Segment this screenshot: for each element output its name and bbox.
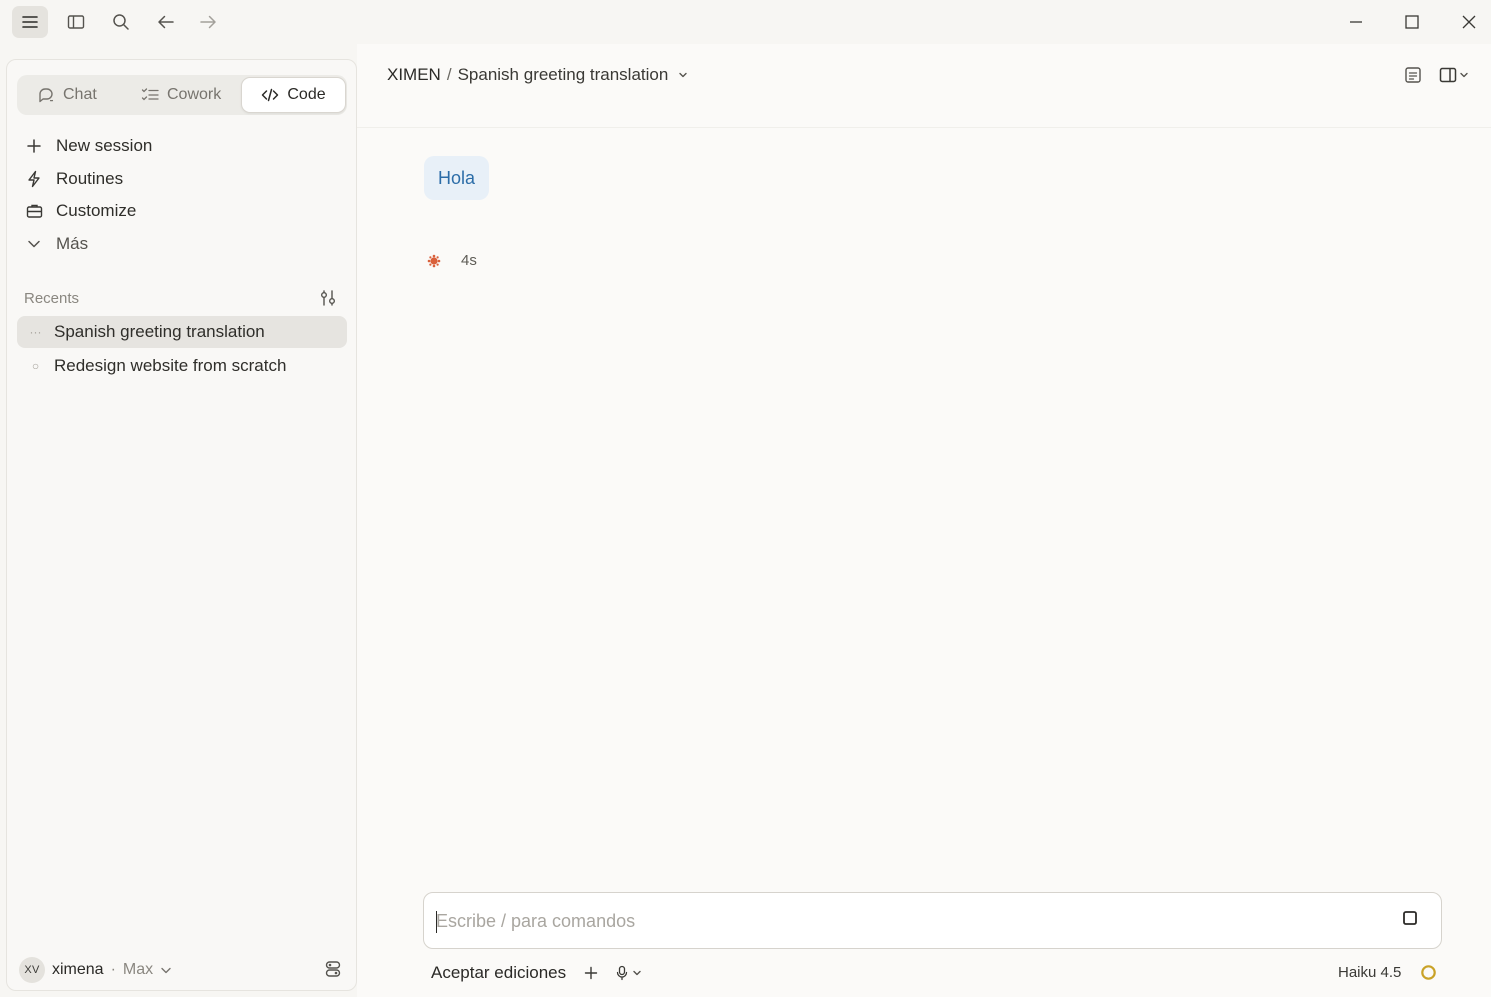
recent-item-redesign-website[interactable]: ○ Redesign website from scratch bbox=[17, 350, 347, 382]
text-caret bbox=[436, 911, 437, 933]
chevron-down-icon bbox=[633, 970, 641, 976]
recents-heading: Recents bbox=[24, 290, 80, 307]
mode-chat[interactable]: Chat bbox=[25, 77, 125, 113]
breadcrumb-project[interactable]: XIMEN bbox=[387, 65, 441, 85]
microphone-icon[interactable] bbox=[616, 965, 642, 981]
sidebar-toggle-button[interactable] bbox=[58, 6, 94, 38]
routines-label: Routines bbox=[56, 169, 124, 188]
elapsed-time: 4s bbox=[461, 252, 477, 269]
user-menu[interactable]: XV ximena · Max bbox=[19, 956, 172, 984]
mode-code-label: Code bbox=[287, 86, 326, 103]
sidebar-toggle-icon bbox=[67, 14, 85, 30]
customize-button[interactable]: Customize bbox=[25, 196, 136, 226]
mode-chat-label: Chat bbox=[63, 86, 97, 103]
minimize-button[interactable] bbox=[1334, 4, 1378, 40]
breadcrumb[interactable]: XIMEN / Spanish greeting translation bbox=[387, 65, 688, 85]
search-icon bbox=[112, 13, 130, 31]
arrow-left-icon bbox=[157, 14, 175, 30]
stop-square-icon bbox=[1402, 910, 1418, 926]
model-selector[interactable]: Haiku 4.5 bbox=[1338, 964, 1401, 981]
mode-code[interactable]: Code bbox=[241, 77, 346, 113]
split-panel-icon bbox=[1439, 66, 1457, 84]
code-icon bbox=[261, 87, 279, 103]
document-icon bbox=[1404, 66, 1422, 84]
back-button[interactable] bbox=[148, 6, 184, 38]
chevron-down-icon bbox=[25, 239, 43, 249]
checklist-icon bbox=[141, 87, 159, 103]
panel-layout-button[interactable] bbox=[1439, 66, 1469, 84]
more-button[interactable]: Más bbox=[25, 229, 88, 259]
chat-icon bbox=[37, 86, 55, 104]
user-message: Hola bbox=[424, 156, 490, 200]
more-label: Más bbox=[56, 234, 89, 253]
sidebar: Chat Cowork Code New session Routines Cu… bbox=[6, 59, 357, 991]
user-name: ximena bbox=[52, 961, 104, 978]
composer-footer: Aceptar ediciones bbox=[431, 960, 642, 986]
accept-edits-mode-button[interactable]: Aceptar ediciones bbox=[431, 963, 566, 983]
minimize-icon bbox=[1349, 15, 1363, 29]
recent-item-label: Redesign website from scratch bbox=[54, 356, 287, 375]
routines-button[interactable]: Routines bbox=[25, 164, 123, 194]
chevron-down-icon bbox=[1459, 71, 1469, 79]
briefcase-icon bbox=[25, 203, 43, 219]
new-session-label: New session bbox=[56, 136, 153, 155]
composer bbox=[423, 892, 1442, 949]
panels-icon bbox=[325, 960, 341, 978]
arrow-right-icon bbox=[199, 14, 217, 30]
assistant-status: 4s bbox=[427, 252, 477, 269]
recent-item-marker: ○ bbox=[31, 359, 40, 373]
breadcrumb-separator: / bbox=[446, 65, 452, 84]
spinner-icon bbox=[427, 254, 441, 268]
filter-sliders-icon bbox=[319, 289, 337, 307]
usage-ring-icon bbox=[1420, 964, 1437, 986]
menu-icon bbox=[21, 13, 39, 31]
settings-panel-button[interactable] bbox=[325, 960, 341, 978]
plus-icon[interactable] bbox=[584, 966, 598, 980]
recent-item-marker: ··· bbox=[29, 325, 42, 339]
chevron-down-icon bbox=[160, 966, 172, 975]
menu-button[interactable] bbox=[12, 6, 48, 38]
title-bar bbox=[0, 0, 1491, 44]
session-title[interactable]: Spanish greeting translation bbox=[458, 65, 669, 85]
search-button[interactable] bbox=[103, 6, 139, 38]
forward-button[interactable] bbox=[190, 6, 226, 38]
customize-label: Customize bbox=[56, 201, 137, 220]
close-button[interactable] bbox=[1447, 4, 1491, 40]
prompt-input[interactable] bbox=[436, 903, 1376, 939]
close-icon bbox=[1462, 15, 1476, 29]
mode-cowork[interactable]: Cowork bbox=[129, 77, 247, 113]
mode-switch: Chat Cowork Code bbox=[17, 75, 347, 115]
recent-item-label: Spanish greeting translation bbox=[54, 322, 265, 341]
recent-item-spanish-greeting[interactable]: ··· Spanish greeting translation bbox=[17, 316, 347, 348]
user-plan: Max bbox=[122, 961, 154, 978]
recents-filter-button[interactable] bbox=[319, 289, 337, 307]
maximize-icon bbox=[1405, 15, 1419, 29]
plus-icon bbox=[25, 138, 43, 154]
notes-button[interactable] bbox=[1404, 66, 1422, 84]
bolt-icon bbox=[25, 170, 43, 188]
chevron-down-icon[interactable] bbox=[678, 71, 688, 79]
main-panel: XIMEN / Spanish greeting translation Hol… bbox=[357, 44, 1491, 997]
maximize-button[interactable] bbox=[1390, 4, 1434, 40]
avatar: XV bbox=[19, 957, 45, 983]
user-separator: · bbox=[110, 961, 116, 978]
new-session-button[interactable]: New session bbox=[25, 131, 152, 161]
main-header: XIMEN / Spanish greeting translation bbox=[357, 44, 1491, 128]
stop-button[interactable] bbox=[1402, 910, 1418, 926]
mode-cowork-label: Cowork bbox=[167, 86, 222, 103]
